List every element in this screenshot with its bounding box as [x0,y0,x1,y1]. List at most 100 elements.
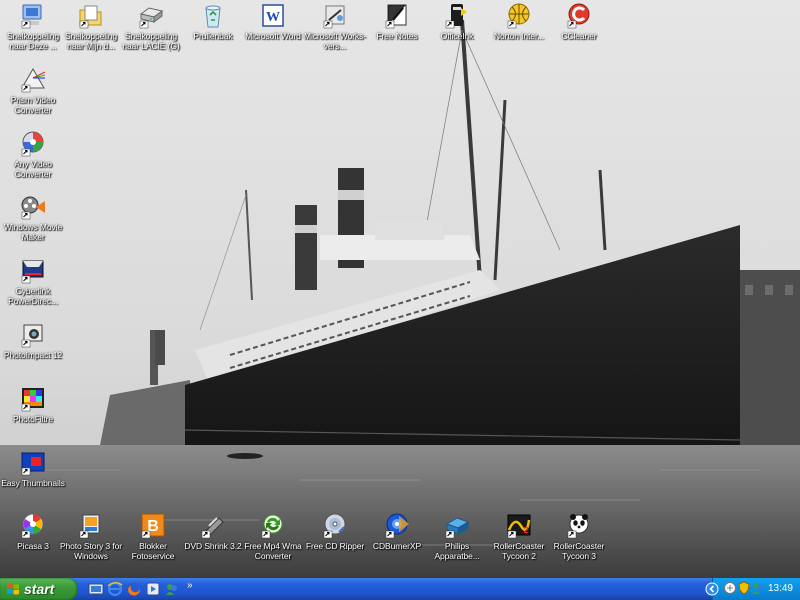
desktop-icon-free-notes[interactable]: Free Notes [364,2,430,41]
rct2-icon: 2 [507,514,531,539]
prism-icon [21,68,46,93]
tray-network-icon[interactable] [723,581,737,595]
quick-launch-chevron[interactable]: » [187,580,193,591]
icon-label: Norton Inter... [494,31,544,41]
desktop-icon-picasa[interactable]: Picasa 3 [0,512,66,551]
photofiltre-icon [21,388,44,412]
icon-label: Cyberlink PowerDirec... [8,286,58,306]
desktop-icon-free-cd-ripper[interactable]: Free CD Ripper [302,512,368,551]
tray-shield-icon[interactable] [737,581,751,595]
powerdirector-icon [21,260,44,284]
desktop-icon-rollercoaster-tycoon-3[interactable]: RollerCoaster Tycoon 3 [546,512,612,561]
picasa-icon [21,513,44,539]
philips-device-icon [445,517,470,539]
photoimpact-camera-icon [21,324,43,348]
cdburnerxp-icon [385,513,409,539]
blokker-icon: B [141,513,165,539]
svg-text:W: W [266,10,280,25]
works-icon [323,5,345,29]
icon-label: Philips Apparatbe... [434,541,480,561]
desktop-icon-cyberlink-powerdirector[interactable]: Cyberlink PowerDirec... [0,257,66,306]
movie-maker-icon [21,196,45,220]
internet-explorer-icon[interactable] [107,581,123,597]
icon-label: Snelkoppeling naar Mijn d... [64,31,118,51]
desktop-icon-officeink[interactable]: OfficeInk [424,2,490,41]
officeink-icon [445,4,467,29]
ccleaner-icon [567,3,590,29]
desktop-icon-any-video-converter[interactable]: Any Video Converter [0,130,66,179]
icon-label: Picasa 3 [17,541,49,551]
desktop-icon-cdburnerxp[interactable]: CDBurnerXP [364,512,430,551]
icon-label: CCleaner [561,31,597,41]
desktop-icon-blokker-fotoservice[interactable]: B Blokker Fotoservice [120,512,186,561]
converter-arrows-icon [261,514,283,539]
notes-icon [385,4,407,29]
desktop-icon-snelkoppeling-mijn-documenten[interactable]: Snelkoppeling naar Mijn d... [58,2,124,51]
icon-label: DVD Shrink 3.2 [184,541,242,551]
desktop-icon-microsoft-word[interactable]: W Microsoft Word [240,2,306,41]
icon-label: Blokker Fotoservice [131,541,175,561]
recycle-bin-icon [205,5,221,28]
desktop-icon-ccleaner[interactable]: CCleaner [546,2,612,41]
desktop-icon-photo-story[interactable]: Photo Story 3 for Windows [58,512,124,561]
desktop-icon-rollercoaster-tycoon-2[interactable]: 2 RollerCoaster Tycoon 2 [486,512,552,561]
desktop-icon-prullenbak[interactable]: Prullenbak [180,2,246,41]
desktop-icon-photofiltre[interactable]: PhotoFiltre [0,385,66,424]
icon-label: Free Mp4 Wma Converter [244,541,302,561]
desktop-icon-snelkoppeling-lacie[interactable]: Snelkoppeling naar LACIE (G) [118,2,184,51]
icon-label: Microsoft Works-vers... [304,31,366,51]
windows-media-player-icon[interactable] [145,581,161,597]
svg-text:2: 2 [523,525,528,535]
icon-label: Windows Movie Maker [3,222,63,242]
tray-people-icon[interactable] [751,581,765,595]
dvd-shrink-icon [201,517,224,539]
desktop-icon-windows-movie-maker[interactable]: Windows Movie Maker [0,193,66,242]
system-tray: 13:49 [712,578,800,600]
desktop-icon-photoimpact[interactable]: PhotoImpact 12 [0,321,66,360]
icon-label: Prullenbak [193,31,233,41]
icon-label: PhotoFiltre [12,414,53,424]
cd-icon [323,513,346,539]
icon-label: Easy Thumbnails [1,478,65,488]
start-button[interactable]: start [0,578,78,600]
photo-story-icon [79,514,100,539]
show-desktop-icon[interactable] [88,581,104,597]
icon-label: Free Notes [376,31,418,41]
norton-globe-icon [507,3,530,29]
desktop-icon-philips-apparaatbeheer[interactable]: Philips Apparatbe... [424,512,490,561]
icon-label: Snelkoppeling naar Deze ... [6,31,60,51]
desktop-icon-easy-thumbnails[interactable]: Easy Thumbnails [0,449,66,488]
icon-label: Photo Story 3 for Windows [59,541,123,561]
hard-drive-icon [139,7,164,29]
icon-label: RollerCoaster Tycoon 2 [493,541,545,561]
easy-thumbnails-icon [21,452,45,476]
desktop-icon-prism-video-converter[interactable]: Prism Video Converter [0,66,66,115]
documents-folder-icon [79,5,102,29]
clock[interactable]: 13:49 [768,578,793,600]
icon-label: Snelkoppeling naar LACIE (G) [122,31,180,51]
desktop-icon-norton-internet[interactable]: Norton Inter... [486,2,552,41]
my-computer-icon [21,4,42,29]
windows-logo-icon [7,583,19,595]
desktop-wallpaper-ship-photo [0,0,800,578]
icon-label: Any Video Converter [14,159,52,179]
icon-label: RollerCoaster Tycoon 3 [553,541,605,561]
start-label: start [24,581,55,597]
icon-label: OfficeInk [440,31,474,41]
icon-label: Prism Video Converter [10,95,56,115]
desktop-icon-free-mp4-wma-converter[interactable]: Free Mp4 Wma Converter [240,512,306,561]
icon-label: Free CD Ripper [305,541,365,551]
taskbar: start » 13:49 [0,578,800,600]
icon-label: CDBurnerXP [372,541,422,551]
icon-label: PhotoImpact 12 [3,350,63,360]
msn-messenger-icon[interactable] [164,581,180,597]
desktop-icon-snelkoppeling-deze[interactable]: Snelkoppeling naar Deze ... [0,2,66,51]
desktop-icon-dvd-shrink[interactable]: DVD Shrink 3.2 [180,512,246,551]
firefox-icon[interactable] [126,581,142,597]
desktop-icon-microsoft-works[interactable]: Microsoft Works-vers... [302,2,368,51]
icon-label: Microsoft Word [245,31,301,41]
any-video-converter-icon [21,131,44,157]
rct3-panda-icon [567,514,589,539]
word-icon: W [262,4,284,27]
tray-expand-arrow-icon[interactable] [705,582,719,596]
